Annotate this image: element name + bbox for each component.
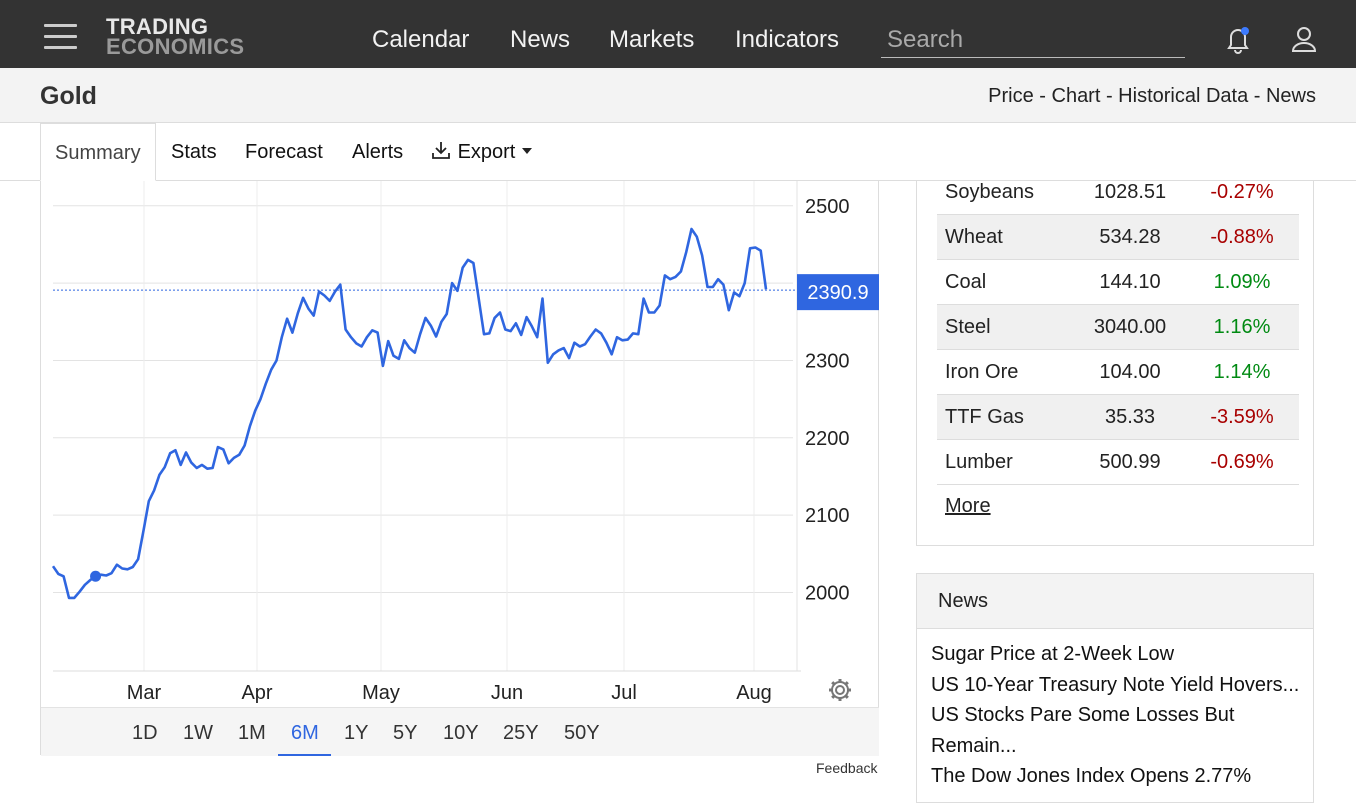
commodity-price: 3040.00 bbox=[1075, 304, 1185, 350]
current-price-label: 2390.9 bbox=[807, 282, 868, 304]
time-range-selector: 1D 1W 1M 6M 1Y 5Y 10Y 25Y 50Y bbox=[41, 707, 879, 756]
table-row[interactable]: Soybeans 1028.51 -0.27% bbox=[937, 170, 1299, 215]
logo-line2: ECONOMICS bbox=[106, 34, 245, 59]
tab-stats[interactable]: Stats bbox=[171, 123, 217, 181]
commodity-name[interactable]: TTF Gas bbox=[937, 394, 1075, 440]
breadcrumb[interactable]: Price - Chart - Historical Data - News bbox=[988, 85, 1316, 108]
range-1y[interactable]: 1Y bbox=[344, 722, 368, 745]
range-5y[interactable]: 5Y bbox=[393, 722, 417, 745]
export-label: Export bbox=[457, 141, 516, 163]
caret-down-icon bbox=[521, 148, 532, 154]
commodity-change: -3.59% bbox=[1185, 394, 1299, 440]
commodity-price: 500.99 bbox=[1075, 439, 1185, 485]
x-tick-label: Apr bbox=[241, 682, 272, 704]
y-tick-label: 2000 bbox=[805, 583, 850, 605]
hamburger-menu-icon[interactable] bbox=[44, 24, 77, 49]
commodity-name[interactable]: Iron Ore bbox=[937, 349, 1075, 395]
table-row[interactable]: Wheat 534.28 -0.88% bbox=[937, 214, 1299, 260]
commodity-name[interactable]: Steel bbox=[937, 304, 1075, 350]
gold-price-line bbox=[51, 227, 768, 600]
commodity-price: 104.00 bbox=[1075, 349, 1185, 395]
nav-indicators[interactable]: Indicators bbox=[735, 26, 839, 54]
tab-alerts[interactable]: Alerts bbox=[352, 123, 403, 181]
commodity-change: -0.88% bbox=[1185, 214, 1299, 260]
table-row[interactable]: Steel 3040.00 1.16% bbox=[937, 304, 1299, 350]
x-tick-label: Mar bbox=[127, 682, 162, 704]
feedback-link[interactable]: Feedback bbox=[816, 760, 877, 776]
search-input[interactable] bbox=[881, 22, 1185, 58]
news-item[interactable]: US Stocks Pare Some Losses But Remain... bbox=[931, 700, 1313, 761]
y-tick-label: 2100 bbox=[805, 505, 850, 527]
download-icon bbox=[432, 142, 450, 159]
tab-forecast[interactable]: Forecast bbox=[245, 123, 323, 181]
commodity-price: 534.28 bbox=[1075, 214, 1185, 260]
commodities-panel: Soybeans 1028.51 -0.27% Wheat 534.28 -0.88% Co… bbox=[916, 170, 1314, 546]
commodity-name[interactable]: Wheat bbox=[937, 214, 1075, 260]
page-title: Gold bbox=[40, 82, 97, 110]
y-tick-label: 2500 bbox=[805, 196, 850, 218]
commodity-name[interactable]: Coal bbox=[937, 259, 1075, 305]
commodity-change: -0.69% bbox=[1185, 439, 1299, 485]
user-account-icon[interactable] bbox=[1290, 24, 1318, 54]
table-row[interactable]: TTF Gas 35.33 -3.59% bbox=[937, 394, 1299, 440]
commodity-price: 144.10 bbox=[1075, 259, 1185, 305]
range-6m[interactable]: 6M bbox=[291, 722, 319, 745]
table-row[interactable]: Coal 144.10 1.09% bbox=[937, 259, 1299, 305]
chart-settings-gear-icon[interactable] bbox=[826, 676, 854, 704]
news-item[interactable]: US 10-Year Treasury Note Yield Hovers... bbox=[931, 670, 1313, 701]
commodity-change: -0.27% bbox=[1185, 170, 1299, 215]
tab-summary[interactable]: Summary bbox=[40, 123, 156, 181]
commodity-name[interactable]: Soybeans bbox=[937, 170, 1075, 215]
range-1d[interactable]: 1D bbox=[132, 722, 158, 745]
range-50y[interactable]: 50Y bbox=[564, 722, 600, 745]
hover-point-marker bbox=[90, 570, 102, 582]
nav-news[interactable]: News bbox=[510, 26, 570, 54]
top-navigation-bar: TRADING ECONOMICS Calendar News Markets … bbox=[0, 0, 1356, 68]
range-10y[interactable]: 10Y bbox=[443, 722, 479, 745]
range-25y[interactable]: 25Y bbox=[503, 722, 539, 745]
price-chart[interactable]: 200021002200230024002500MarAprMayJunJulA… bbox=[41, 181, 879, 707]
x-tick-label: Jul bbox=[611, 682, 637, 704]
y-tick-label: 2300 bbox=[805, 350, 850, 372]
nav-calendar[interactable]: Calendar bbox=[372, 26, 469, 54]
news-panel: News Sugar Price at 2-Week Low US 10-Year… bbox=[916, 573, 1314, 803]
x-tick-label: Aug bbox=[736, 682, 772, 704]
table-row[interactable]: Iron Ore 104.00 1.14% bbox=[937, 349, 1299, 395]
table-row[interactable]: Lumber 500.99 -0.69% bbox=[937, 439, 1299, 485]
commodities-table: Soybeans 1028.51 -0.27% Wheat 534.28 -0.88% Co… bbox=[937, 170, 1299, 485]
commodity-price: 1028.51 bbox=[1075, 170, 1185, 215]
price-chart-panel: 200021002200230024002500MarAprMayJunJulA… bbox=[40, 181, 879, 756]
active-range-underline bbox=[278, 754, 331, 756]
news-list: Sugar Price at 2-Week Low US 10-Year Trea… bbox=[917, 629, 1313, 792]
nav-markets[interactable]: Markets bbox=[609, 26, 694, 54]
x-tick-label: Jun bbox=[491, 682, 523, 704]
tab-export[interactable]: Export bbox=[430, 123, 533, 181]
commodity-change: 1.16% bbox=[1185, 304, 1299, 350]
news-heading: News bbox=[917, 574, 1313, 629]
site-logo[interactable]: TRADING ECONOMICS bbox=[106, 16, 245, 59]
more-link[interactable]: More bbox=[945, 495, 991, 518]
commodity-name[interactable]: Lumber bbox=[937, 439, 1075, 485]
range-1w[interactable]: 1W bbox=[183, 722, 213, 745]
commodity-change: 1.14% bbox=[1185, 349, 1299, 395]
page-title-bar: Gold Price - Chart - Historical Data - N… bbox=[0, 68, 1356, 123]
range-1m[interactable]: 1M bbox=[238, 722, 266, 745]
news-item[interactable]: The Dow Jones Index Opens 2.77% bbox=[931, 761, 1313, 792]
news-item[interactable]: Sugar Price at 2-Week Low bbox=[931, 639, 1313, 670]
y-tick-label: 2200 bbox=[805, 428, 850, 450]
x-tick-label: May bbox=[362, 682, 400, 704]
notification-bell-icon[interactable] bbox=[1224, 24, 1252, 54]
commodity-change: 1.09% bbox=[1185, 259, 1299, 305]
commodity-price: 35.33 bbox=[1075, 394, 1185, 440]
